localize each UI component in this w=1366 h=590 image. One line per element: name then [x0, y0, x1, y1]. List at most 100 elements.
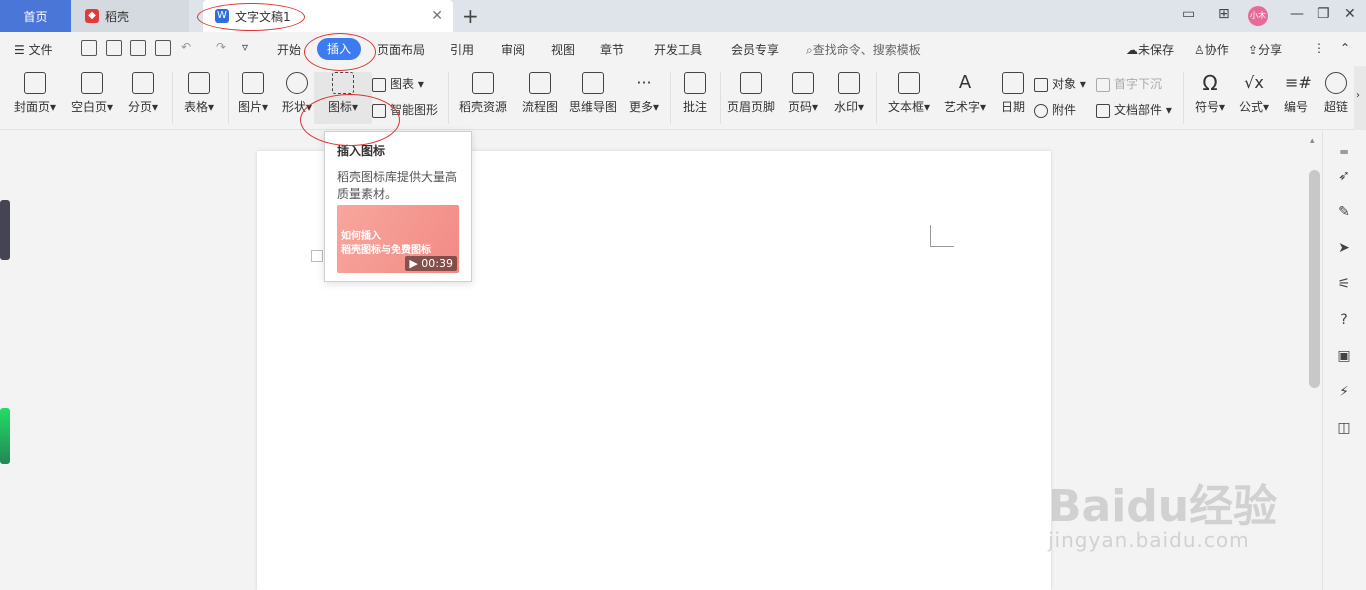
export-pdf-icon[interactable]	[106, 40, 122, 56]
object-button[interactable]: 对象 ▾	[1034, 75, 1086, 92]
page-break-icon	[132, 72, 154, 94]
ribbon-scroll-right[interactable]: ›	[1354, 66, 1366, 130]
sliders-icon[interactable]: ⚟	[1335, 275, 1353, 293]
comment-button[interactable]: 批注	[666, 72, 724, 115]
restore-icon[interactable]: ❐	[1317, 6, 1330, 22]
undo-icon[interactable]: ↶	[181, 40, 191, 54]
scroll-up-icon[interactable]: ▴	[1310, 136, 1315, 146]
pen-icon[interactable]: ✎	[1335, 203, 1353, 221]
new-tab-icon[interactable]: +	[462, 4, 479, 28]
header-footer-label: 页眉页脚	[726, 100, 775, 114]
menu-tab-developer[interactable]: 开发工具	[654, 41, 702, 58]
doc-parts-button[interactable]: 文档部件 ▾	[1096, 101, 1172, 118]
cover-page-button[interactable]: 封面页▾	[6, 72, 64, 115]
file-menu[interactable]: ☰ 文件	[14, 41, 53, 58]
cloud-icon: ☁	[1126, 43, 1138, 57]
apps-grid-icon[interactable]: ⊞	[1218, 6, 1230, 22]
flowchart-button[interactable]: 流程图	[511, 72, 569, 115]
chart-label: 图表	[390, 77, 415, 91]
hyperlink-button[interactable]: 超链	[1318, 72, 1354, 115]
save-icon[interactable]	[81, 40, 97, 56]
menu-tab-start[interactable]: 开始	[277, 41, 301, 58]
shape-icon	[286, 72, 308, 94]
table-button[interactable]: 表格▾	[170, 72, 228, 115]
rocket-icon[interactable]: ➶	[1335, 167, 1353, 185]
print-icon[interactable]	[130, 40, 146, 56]
attachment-button[interactable]: 附件	[1034, 101, 1076, 118]
book-icon[interactable]: ◫	[1335, 419, 1353, 437]
play-icon: ▶	[409, 257, 422, 270]
scrollbar-thumb[interactable]	[1309, 170, 1320, 388]
more-button[interactable]: ··· 更多▾	[615, 72, 673, 115]
panel-toggle-icon[interactable]: ═	[1335, 143, 1353, 161]
print-preview-icon[interactable]	[155, 40, 171, 56]
menu-tab-chapter[interactable]: 章节	[600, 41, 624, 58]
collaborate-button[interactable]: ♙协作	[1194, 41, 1229, 58]
collaborate-label: 协作	[1204, 43, 1229, 57]
blank-page-icon	[81, 72, 103, 94]
collapse-ribbon-icon[interactable]: ⌃	[1340, 41, 1350, 55]
daoke-resources-button[interactable]: 稻壳资源	[454, 72, 512, 115]
left-handle-top[interactable]	[0, 200, 10, 260]
flowchart-label: 流程图	[521, 100, 558, 114]
formula-label: 公式	[1238, 100, 1263, 114]
paragraph-layout-icon[interactable]	[311, 250, 323, 262]
textbox-icon	[898, 72, 920, 94]
minimize-icon[interactable]: —	[1290, 6, 1304, 22]
header-footer-icon	[740, 72, 762, 94]
redo-icon[interactable]: ↷	[216, 40, 226, 54]
close-window-icon[interactable]: ✕	[1344, 6, 1356, 22]
lightning-icon[interactable]: ⚡	[1335, 383, 1353, 401]
doc-parts-icon	[1096, 103, 1110, 118]
watermark-button[interactable]: 水印▾	[820, 72, 878, 115]
thumbnail-line-1: 如何插入	[341, 231, 381, 242]
left-handle-bottom[interactable]	[0, 408, 10, 464]
hyperlink-label: 超链	[1323, 100, 1348, 114]
daoke-resources-label: 稻壳资源	[458, 100, 507, 114]
blank-page-button[interactable]: 空白页▾	[63, 72, 121, 115]
close-tab-icon[interactable]: ✕	[431, 8, 443, 24]
mindmap-label: 思维导图	[568, 100, 617, 114]
blank-page-label: 空白页	[70, 100, 107, 114]
dropcap-button[interactable]: 首字下沉	[1096, 75, 1162, 92]
menu-tab-references[interactable]: 引用	[450, 41, 474, 58]
menu-tab-layout[interactable]: 页面布局	[377, 41, 425, 58]
page-number-label: 页码	[787, 100, 812, 114]
chart-button[interactable]: 图表 ▾	[372, 75, 424, 92]
numbering-button[interactable]: ≡# 编号	[1267, 72, 1325, 115]
link-icon	[1325, 72, 1347, 94]
unsaved-button[interactable]: ☁未保存	[1126, 41, 1174, 58]
comment-icon	[684, 72, 706, 94]
command-search[interactable]: ⌕查找命令、搜索模板	[806, 41, 921, 58]
menu-tab-view[interactable]: 视图	[551, 41, 575, 58]
textbox-button[interactable]: 文本框▾	[880, 72, 938, 115]
page-break-button[interactable]: 分页▾	[114, 72, 172, 115]
help-icon[interactable]: ?	[1335, 311, 1353, 329]
icon-library-icon	[332, 72, 354, 94]
cover-page-label: 封面页	[13, 100, 50, 114]
symbol-label: 符号	[1194, 100, 1219, 114]
dropcap-label: 首字下沉	[1114, 77, 1163, 91]
user-icon: ♙	[1194, 43, 1205, 57]
tab-home[interactable]: 首页	[0, 0, 71, 32]
search-icon: ⌕	[806, 43, 813, 57]
tutorial-video-thumbnail[interactable]: 如何插入 稻壳图标与免费图标 ▶ 00:39	[337, 205, 459, 273]
page-view-icon[interactable]: ▭	[1182, 6, 1195, 22]
menu-tab-review[interactable]: 审阅	[501, 41, 525, 58]
share-button[interactable]: ⇪分享	[1248, 41, 1282, 58]
customize-quick-access-icon[interactable]: ▿	[242, 40, 248, 54]
numbering-icon: ≡#	[1285, 73, 1312, 92]
video-duration: ▶ 00:39	[405, 256, 457, 271]
image-tools-icon[interactable]: ▣	[1335, 347, 1353, 365]
menu-tab-member[interactable]: 会员专享	[731, 41, 779, 58]
header-footer-button[interactable]: 页眉页脚	[722, 72, 780, 115]
tab-daoke[interactable]: ◆ 稻壳	[71, 0, 189, 32]
avatar[interactable]: 小木	[1248, 6, 1268, 26]
watermark-logo-text: Baidu经验	[1048, 481, 1278, 532]
object-label: 对象	[1052, 77, 1077, 91]
cover-page-icon	[24, 72, 46, 94]
more-options-icon[interactable]: ⋮	[1313, 41, 1325, 55]
watermark-icon	[838, 72, 860, 94]
cursor-icon[interactable]: ➤	[1335, 239, 1353, 257]
mindmap-button[interactable]: 思维导图	[564, 72, 622, 115]
